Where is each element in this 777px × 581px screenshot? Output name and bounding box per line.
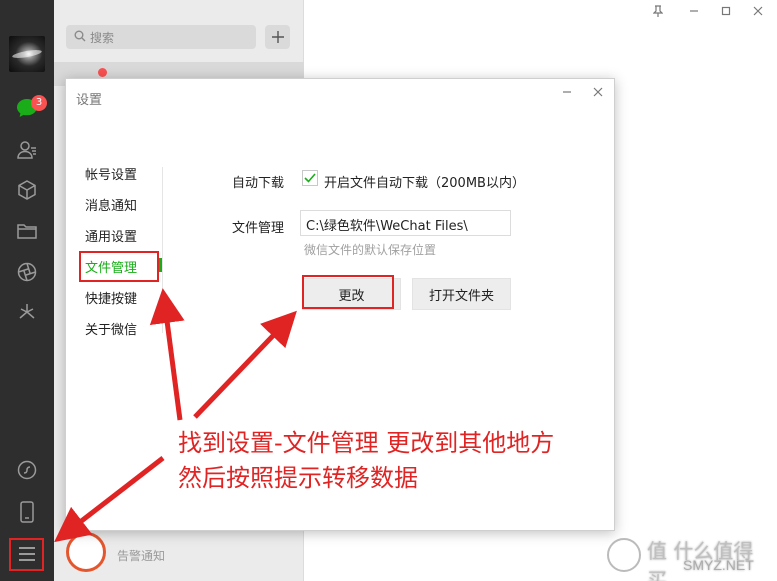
pin-icon[interactable] (650, 3, 666, 19)
watermark-logo (607, 538, 641, 572)
chat-avatar (66, 532, 106, 572)
change-highlight-box (302, 275, 394, 309)
dialog-minimize-icon[interactable] (559, 84, 575, 100)
watermark: 值 什么值得买 SMYZ.NET (603, 535, 773, 581)
open-folder-button[interactable]: 打开文件夹 (412, 278, 511, 310)
nav-shortcuts[interactable]: 快捷按键 (85, 288, 137, 307)
auto-download-label: 自动下载 (232, 176, 285, 191)
menu-highlight-box (9, 538, 44, 571)
auto-download-option[interactable]: 开启文件自动下载（200MB以内） (324, 172, 525, 191)
mini-program-link-icon[interactable] (15, 458, 39, 482)
chat-name: 告警通知 (117, 549, 166, 563)
discover-sparkle-icon[interactable] (15, 300, 39, 324)
unread-dot (98, 68, 107, 77)
search-placeholder: 搜索 (90, 31, 115, 45)
miniprogram-cube-icon[interactable] (15, 178, 39, 202)
nav-about-wechat[interactable]: 关于微信 (85, 319, 137, 338)
nav-highlight-box (79, 251, 159, 282)
moments-aperture-icon[interactable] (15, 260, 39, 284)
contacts-icon[interactable] (15, 138, 39, 162)
search-input[interactable]: 搜索 (66, 25, 256, 49)
avatar[interactable] (9, 36, 45, 72)
folder-icon[interactable] (15, 219, 39, 243)
list-item[interactable]: 告警通知 (54, 530, 304, 581)
nav-account-settings[interactable]: 帐号设置 (85, 164, 137, 183)
auto-download-checkbox[interactable] (302, 170, 318, 186)
add-chat-button[interactable] (265, 25, 290, 49)
search-icon (74, 30, 86, 46)
minimize-icon[interactable] (686, 3, 702, 19)
phone-icon[interactable] (15, 500, 39, 524)
nav-notifications[interactable]: 消息通知 (85, 195, 137, 214)
watermark-en: SMYZ.NET (683, 557, 754, 573)
maximize-icon[interactable] (718, 3, 734, 19)
dialog-title: 设置 (76, 93, 103, 108)
file-path-field[interactable]: C:\绿色软件\WeChat Files\ (300, 210, 511, 236)
dialog-close-icon[interactable] (590, 84, 606, 100)
sidebar: 3 (0, 0, 54, 581)
nav-divider (162, 167, 163, 333)
wechat-window: 3 搜索 告警通知 设置 帐号设置 消息通知 通用设置 文件管理 快捷按键 关于… (0, 0, 777, 581)
close-icon[interactable] (750, 3, 766, 19)
file-management-label: 文件管理 (232, 221, 285, 236)
annotation-line-2: 然后按照提示转移数据 (178, 464, 418, 492)
nav-general-settings[interactable]: 通用设置 (85, 226, 137, 245)
nav-active-indicator (159, 258, 162, 272)
path-hint: 微信文件的默认保存位置 (304, 243, 437, 257)
unread-badge: 3 (31, 95, 47, 111)
annotation-line-1: 找到设置-文件管理 更改到其他地方 (178, 429, 555, 457)
annotation-text: 找到设置-文件管理 更改到其他地方 然后按照提示转移数据 (178, 426, 554, 496)
